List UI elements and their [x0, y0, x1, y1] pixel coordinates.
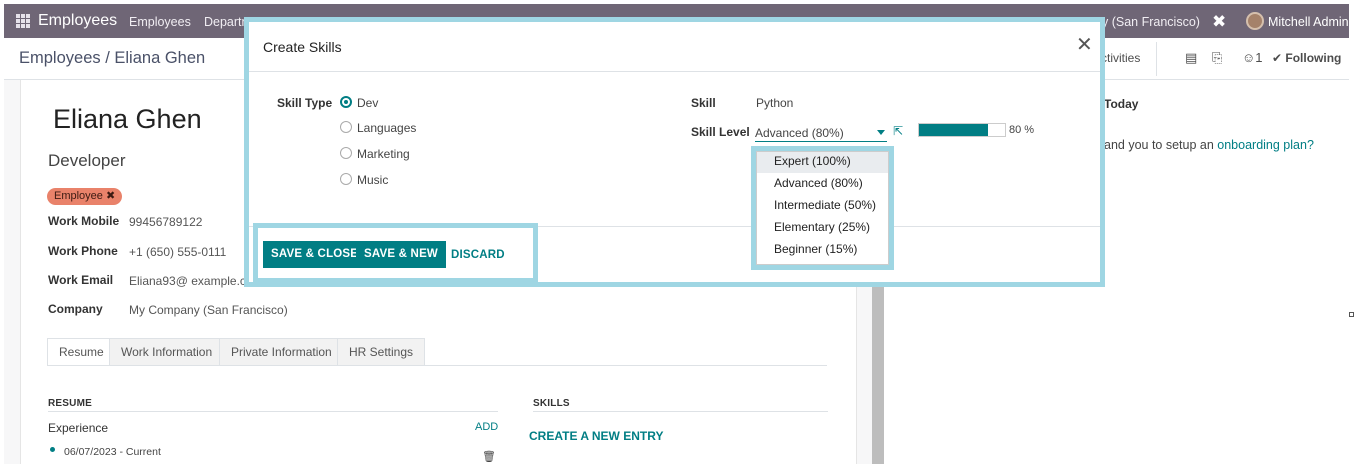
resume-section-title: RESUME — [48, 398, 92, 409]
employee-job-title[interactable]: Developer — [48, 151, 126, 171]
create-new-entry-link[interactable]: CREATE A NEW ENTRY — [529, 429, 663, 443]
chatter-message: and you to setup an onboarding plan? — [1104, 138, 1314, 152]
skills-section-title: SKILLS — [533, 398, 570, 409]
progress-fill — [919, 124, 988, 136]
save-close-button[interactable]: SAVE & CLOSE — [263, 241, 367, 268]
chatter-date-separator: Today — [1104, 97, 1139, 111]
following-button[interactable]: ✔ Following — [1272, 51, 1341, 65]
notebook-icon[interactable]: ▤ — [1185, 50, 1197, 66]
paperclip-icon[interactable]: ⎘ — [1212, 50, 1222, 66]
company-value[interactable]: My Company (San Francisco) — [129, 303, 288, 317]
trash-icon[interactable]: 🗑 — [482, 450, 496, 463]
skill-level-value: Advanced (80%) — [755, 126, 844, 140]
app-menu-icon[interactable] — [16, 14, 30, 28]
radio-dev-label[interactable]: Dev — [357, 96, 378, 110]
company-label: Company — [48, 302, 103, 316]
tag-remove-icon[interactable]: ✖ — [106, 190, 115, 202]
skill-field[interactable]: Python — [756, 96, 793, 110]
radio-dev[interactable] — [340, 96, 352, 108]
followers-icon[interactable]: ☺1 — [1242, 50, 1263, 65]
user-menu[interactable]: Mitchell Admin — [1268, 15, 1349, 29]
radio-music-label[interactable]: Music — [357, 173, 388, 187]
progress-percent: 80 % — [1009, 124, 1035, 136]
discard-button[interactable]: DISCARD — [451, 249, 505, 261]
skill-label: Skill — [691, 96, 716, 110]
chevron-down-icon[interactable] — [877, 130, 885, 135]
radio-music[interactable] — [340, 173, 352, 185]
add-resume-button[interactable]: ADD — [475, 421, 498, 433]
work-mobile-value[interactable]: 99456789122 — [129, 215, 202, 229]
tab-divider — [47, 365, 827, 366]
app-name[interactable]: Employees — [38, 12, 117, 30]
radio-marketing-label[interactable]: Marketing — [357, 147, 410, 161]
work-mobile-label: Work Mobile — [48, 214, 120, 228]
onboarding-plan-link[interactable]: onboarding plan? — [1217, 138, 1314, 152]
tab-hr-settings[interactable]: HR Settings — [337, 338, 426, 366]
radio-languages-label[interactable]: Languages — [357, 121, 416, 135]
work-email-value[interactable]: Eliana93@ example.com — [129, 274, 263, 288]
work-phone-value[interactable]: +1 (650) 555-0111 — [129, 245, 226, 259]
external-link-icon[interactable]: ⇱ — [893, 124, 903, 138]
tab-resume[interactable]: Resume — [47, 338, 116, 366]
experience-heading: Experience — [48, 421, 109, 435]
option-intermediate[interactable]: Intermediate (50%) — [757, 196, 888, 217]
activities-button[interactable]: ctivities — [1101, 51, 1140, 65]
skill-type-label: Skill Type — [277, 96, 333, 110]
resize-handle[interactable] — [1349, 312, 1354, 317]
option-expert[interactable]: Expert (100%) — [757, 152, 888, 173]
breadcrumb[interactable]: Employees / Eliana Ghen — [19, 49, 205, 68]
work-phone-label: Work Phone — [48, 244, 118, 258]
tag-label: Employee — [54, 190, 103, 202]
skill-level-dropdown: Expert (100%) Advanced (80%) Intermediat… — [756, 151, 889, 265]
radio-marketing[interactable] — [340, 147, 352, 159]
skill-progress-bar — [918, 123, 1006, 137]
option-beginner[interactable]: Beginner (15%) — [757, 240, 888, 261]
dialog-header: Create Skills ✕ — [249, 22, 1100, 72]
skill-level-label: Skill Level — [691, 125, 750, 139]
close-icon[interactable]: ✕ — [1076, 35, 1093, 55]
chatter-message-text: and you to setup an — [1104, 138, 1218, 152]
resume-divider — [48, 411, 498, 412]
company-switcher[interactable]: y (San Francisco) — [1102, 15, 1200, 29]
menu-employees[interactable]: Employees — [129, 15, 191, 29]
debug-tools-icon[interactable]: ✖ — [1212, 12, 1226, 32]
tab-private-information[interactable]: Private Information — [219, 338, 344, 366]
work-email-label: Work Email — [48, 273, 114, 287]
resume-date[interactable]: 06/07/2023 - Current — [64, 446, 161, 458]
tab-work-information[interactable]: Work Information — [109, 338, 225, 366]
following-label: Following — [1285, 51, 1342, 65]
followers-count: 1 — [1255, 50, 1263, 65]
skills-divider — [533, 411, 828, 412]
timeline-dot — [50, 447, 55, 452]
dialog-title: Create Skills — [263, 39, 342, 55]
option-advanced[interactable]: Advanced (80%) — [757, 174, 888, 195]
radio-languages[interactable] — [340, 121, 352, 133]
user-avatar[interactable] — [1246, 12, 1264, 30]
option-elementary[interactable]: Elementary (25%) — [757, 218, 888, 239]
skill-level-select[interactable]: Advanced (80%) — [755, 124, 887, 142]
divider — [1156, 42, 1157, 76]
save-new-button[interactable]: SAVE & NEW — [356, 241, 446, 268]
employee-name[interactable]: Eliana Ghen — [53, 104, 202, 135]
employee-tag[interactable]: Employee ✖ — [47, 188, 123, 205]
